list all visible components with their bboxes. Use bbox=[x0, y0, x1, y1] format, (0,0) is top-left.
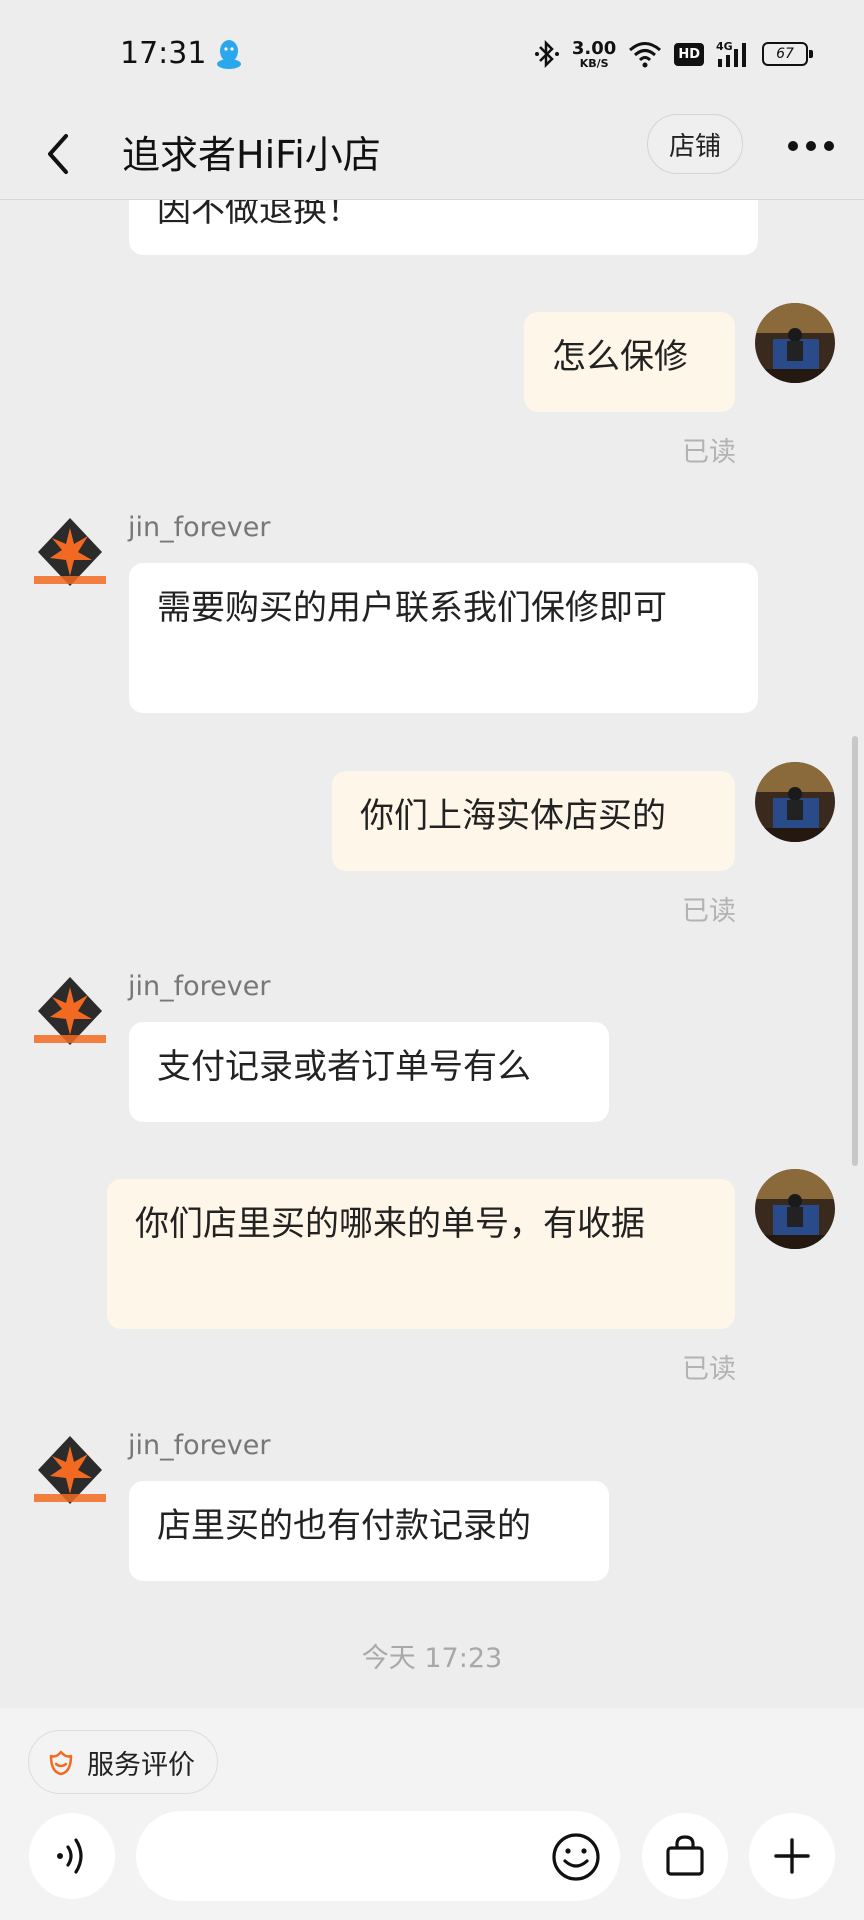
seller-avatar-logo bbox=[34, 977, 106, 1045]
seller-avatar[interactable] bbox=[30, 514, 110, 594]
message-bubble-outgoing[interactable]: 怎么保修 bbox=[524, 312, 735, 412]
plus-icon bbox=[774, 1838, 810, 1874]
chat-area[interactable]: 因不做退换！ 怎么保修 已读 jin_forever 需要购买的用户联系我们保修… bbox=[0, 200, 864, 1708]
network-speed: 3.00 KB/S bbox=[571, 37, 617, 70]
battery-icon: 67 bbox=[762, 42, 813, 66]
message-bubble-outgoing[interactable]: 你们店里买的哪来的单号，有收据 bbox=[107, 1179, 735, 1329]
qq-icon bbox=[217, 40, 241, 69]
message-input[interactable] bbox=[136, 1811, 620, 1901]
user-avatar-photo bbox=[755, 762, 835, 842]
message-bubble-incoming[interactable]: 店里买的也有付款记录的 bbox=[129, 1481, 609, 1581]
user-avatar[interactable] bbox=[755, 303, 835, 383]
shop-button[interactable]: 店铺 bbox=[647, 114, 743, 174]
read-status: 已读 bbox=[682, 437, 736, 468]
status-time: 17:31 bbox=[120, 36, 207, 71]
product-bag-button[interactable] bbox=[642, 1813, 728, 1899]
signal-icon: 4G bbox=[716, 40, 746, 67]
seller-avatar-logo bbox=[34, 518, 106, 586]
scrollbar[interactable] bbox=[852, 736, 858, 1166]
back-arrow-icon[interactable] bbox=[40, 130, 76, 178]
seller-avatar[interactable] bbox=[30, 973, 110, 1053]
message-bubble-outgoing[interactable]: 你们上海实体店买的 bbox=[332, 771, 735, 871]
chat-timestamp: 今天 17:23 bbox=[361, 1643, 503, 1674]
status-bar: 17:31 3.00 KB/S HD 4G 67 bbox=[0, 0, 864, 108]
service-review-label: 服务评价 bbox=[87, 1749, 195, 1781]
svg-text:4G: 4G bbox=[716, 40, 733, 53]
flower-icon bbox=[49, 1750, 73, 1776]
more-actions-button[interactable] bbox=[749, 1813, 835, 1899]
sender-name: jin_forever bbox=[128, 1430, 271, 1461]
bluetooth-icon bbox=[534, 39, 559, 69]
seller-avatar[interactable] bbox=[30, 1432, 110, 1512]
read-status: 已读 bbox=[682, 896, 736, 927]
sender-name: jin_forever bbox=[128, 512, 271, 543]
bottom-bar: 服务评价 bbox=[0, 1708, 864, 1920]
more-icon[interactable] bbox=[786, 134, 836, 158]
message-bubble-incoming[interactable]: 因不做退换！ bbox=[129, 200, 758, 255]
sender-name: jin_forever bbox=[128, 971, 271, 1002]
voice-input-button[interactable] bbox=[29, 1813, 115, 1899]
hd-badge: HD bbox=[674, 42, 704, 66]
user-avatar-photo bbox=[755, 1169, 835, 1249]
chat-header: 追求者HiFi小店 店铺 bbox=[0, 108, 864, 200]
message-bubble-incoming[interactable]: 需要购买的用户联系我们保修即可 bbox=[129, 563, 758, 713]
status-icons: 3.00 KB/S HD 4G 67 bbox=[534, 36, 813, 72]
shop-title: 追求者HiFi小店 bbox=[122, 133, 381, 177]
emoji-icon[interactable] bbox=[550, 1831, 602, 1883]
voice-icon bbox=[57, 1838, 83, 1874]
user-avatar[interactable] bbox=[755, 762, 835, 842]
seller-avatar-logo bbox=[34, 1436, 106, 1504]
wifi-icon bbox=[629, 42, 662, 68]
user-avatar-photo bbox=[755, 303, 835, 383]
message-bubble-incoming[interactable]: 支付记录或者订单号有么 bbox=[129, 1022, 609, 1122]
shopping-bag-icon bbox=[666, 1835, 704, 1876]
user-avatar[interactable] bbox=[755, 1169, 835, 1249]
read-status: 已读 bbox=[682, 1354, 736, 1385]
service-review-button[interactable]: 服务评价 bbox=[28, 1730, 218, 1794]
